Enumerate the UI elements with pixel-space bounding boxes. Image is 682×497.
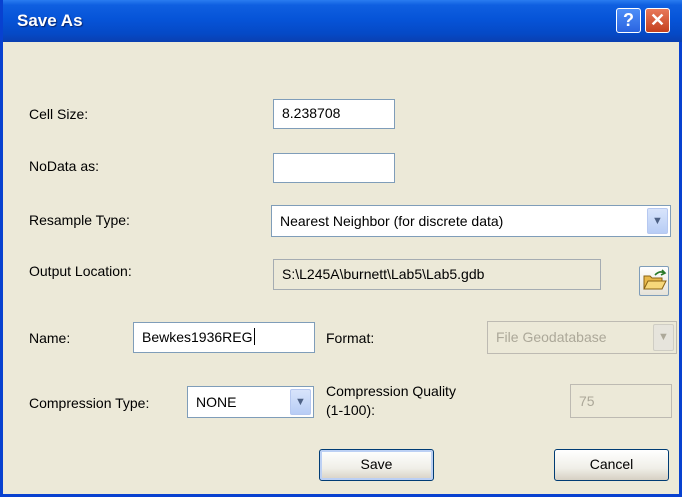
output-location-value: S:\L245A\burnett\Lab5\Lab5.gdb: [282, 266, 485, 282]
output-location-field: S:\L245A\burnett\Lab5\Lab5.gdb: [273, 259, 601, 290]
help-icon: ?: [623, 10, 634, 30]
compression-quality-label-line1: Compression Quality: [326, 383, 456, 399]
resample-type-value: Nearest Neighbor (for discrete data): [280, 213, 504, 229]
close-icon: ✕: [649, 10, 666, 30]
dialog-title: Save As: [17, 11, 83, 30]
cell-size-label: Cell Size:: [29, 106, 89, 122]
chevron-down-icon: ▼: [653, 324, 674, 351]
compression-quality-label-line2: (1-100):: [326, 402, 376, 418]
help-button[interactable]: ?: [616, 8, 641, 33]
chevron-down-icon[interactable]: ▼: [290, 389, 311, 415]
cancel-button-label: Cancel: [589, 456, 634, 472]
browse-button[interactable]: [639, 266, 669, 296]
format-label: Format:: [326, 330, 375, 346]
compression-type-value: NONE: [196, 394, 237, 410]
close-button[interactable]: ✕: [645, 8, 670, 33]
compression-quality-input: 75: [570, 384, 672, 418]
format-select: File Geodatabase ▼: [487, 321, 677, 354]
chevron-down-icon[interactable]: ▼: [647, 208, 668, 234]
output-location-label: Output Location:: [29, 263, 132, 279]
name-value: Bewkes1936REG: [142, 329, 253, 345]
nodata-label: NoData as:: [29, 158, 100, 174]
name-label: Name:: [29, 330, 71, 346]
compression-type-label: Compression Type:: [29, 395, 150, 411]
cell-size-value: 8.238708: [282, 105, 341, 121]
compression-quality-value: 75: [579, 393, 595, 409]
resample-type-label: Resample Type:: [29, 212, 130, 228]
text-cursor: [253, 328, 255, 345]
format-value: File Geodatabase: [496, 329, 607, 345]
name-input[interactable]: Bewkes1936REG: [133, 322, 315, 353]
open-folder-icon: [643, 269, 667, 290]
cell-size-input[interactable]: 8.238708: [273, 99, 395, 129]
title-bar[interactable]: Save As ? ✕: [3, 0, 682, 42]
compression-type-select[interactable]: NONE ▼: [187, 386, 314, 418]
cancel-button[interactable]: Cancel: [554, 449, 669, 481]
save-button[interactable]: Save: [319, 449, 434, 481]
save-button-label: Save: [360, 456, 393, 472]
save-as-dialog: Save As ? ✕ Cell Size: 8.238708 NoData a…: [0, 0, 682, 497]
nodata-input[interactable]: [273, 153, 395, 183]
resample-type-select[interactable]: Nearest Neighbor (for discrete data) ▼: [271, 205, 671, 237]
